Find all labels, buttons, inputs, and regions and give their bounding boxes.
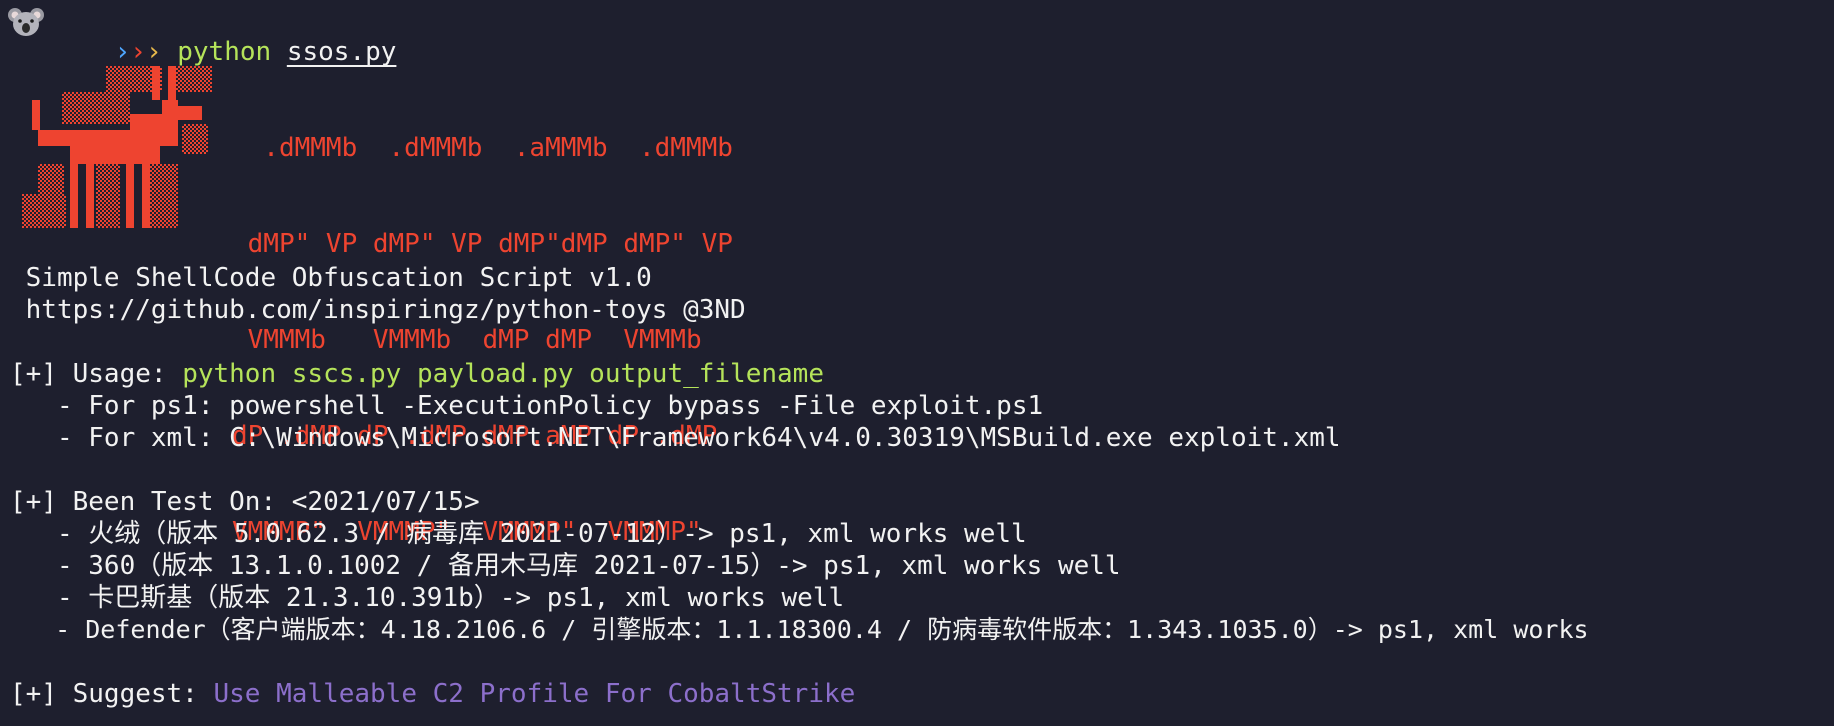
terminal-window[interactable]: ››› python ssos.py .dMMMb .dMMMb .aMMMb … xyxy=(0,0,1834,726)
usage-xml: - For xml: C:\Windows\Microsoft.NET\Fram… xyxy=(10,423,1341,453)
banner-url: https://github.com/inspiringz/python-toy… xyxy=(10,295,746,325)
ascii-line: dMP" VP dMP" VP dMP"dMP dMP" VP xyxy=(232,229,733,259)
banner-title: Simple ShellCode Obfuscation Script v1.0 xyxy=(10,263,652,293)
koala-icon xyxy=(8,8,44,36)
prompt-file: ssos.py xyxy=(286,37,397,67)
tested-item: - 卡巴斯基（版本 21.3.10.391b）-> ps1, xml works… xyxy=(10,583,845,613)
dog-logo-icon xyxy=(22,66,212,228)
tested-item: - 火绒（版本 5.0.62.3 / 病毒库 2021-07-12）-> ps1… xyxy=(10,519,1027,549)
suggest-prefix: [+] Suggest: xyxy=(10,679,214,709)
usage-ps1: - For ps1: powershell -ExecutionPolicy b… xyxy=(10,391,1044,421)
usage-prefix: [+] Usage: xyxy=(10,359,183,389)
usage-line: [+] Usage: python sscs.py payload.py out… xyxy=(10,358,824,390)
suggest-text: Use Malleable C2 Profile For CobaltStrik… xyxy=(213,679,856,709)
ascii-line: VMMMb VMMMb dMP dMP VMMMb xyxy=(232,325,702,355)
tested-header: [+] Been Test On: <2021/07/15> xyxy=(10,487,480,517)
prompt-line: ››› python ssos.py xyxy=(52,4,397,67)
prompt-command: python xyxy=(177,37,272,67)
prompt-arrows: ››› xyxy=(114,37,162,67)
ascii-line: .dMMMb .dMMMb .aMMMb .dMMMb xyxy=(232,133,733,163)
suggest-line: [+] Suggest: Use Malleable C2 Profile Fo… xyxy=(10,678,855,710)
tested-item: - Defender（客户端版本：4.18.2106.6 / 引擎版本：1.1.… xyxy=(10,615,1589,644)
tested-item: - 360（版本 13.1.0.1002 / 备用木马库 2021-07-15）… xyxy=(10,551,1121,581)
usage-command: python sscs.py payload.py output_filenam… xyxy=(182,359,824,389)
